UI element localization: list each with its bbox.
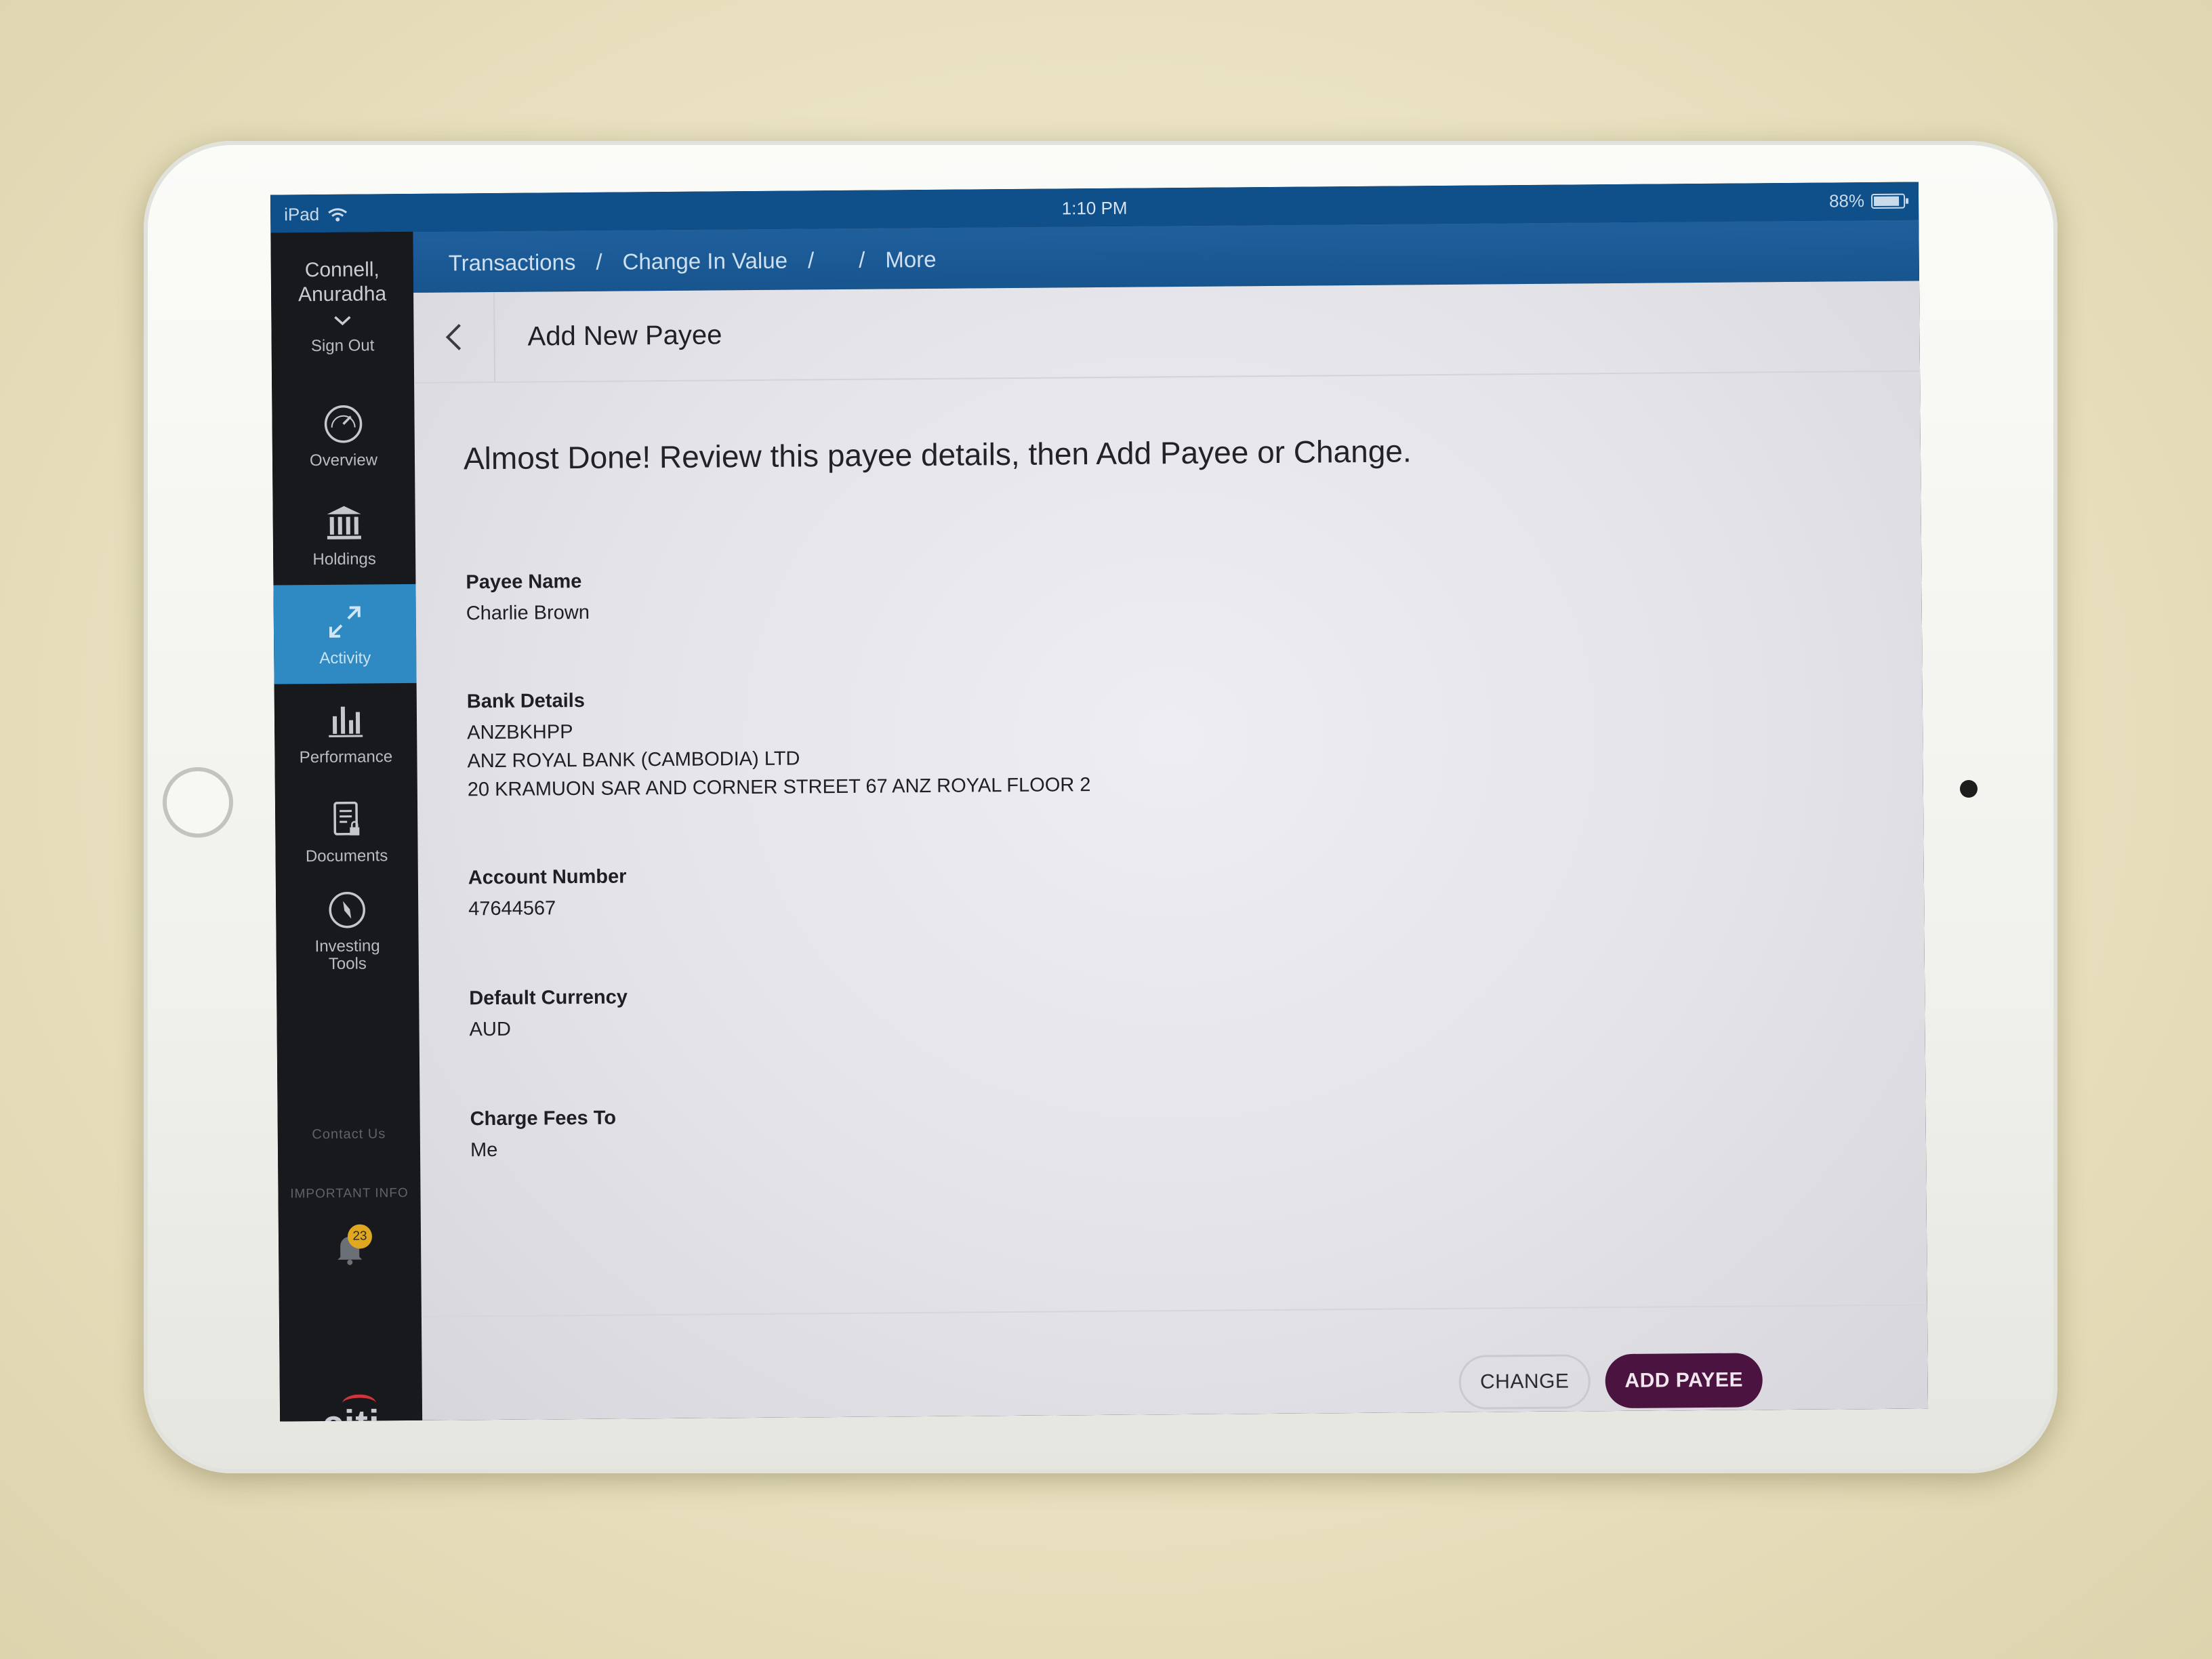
sidebar-nav: Overview Holdings Activity Performance D… — [272, 386, 419, 981]
compass-icon — [329, 891, 365, 928]
user-name[interactable]: Connell, Anuradha — [271, 258, 414, 308]
chevron-down-icon[interactable] — [332, 314, 352, 327]
clock: 1:10 PM — [1061, 197, 1128, 219]
battery-icon — [1870, 193, 1906, 209]
sidebar-item-investing-tools[interactable]: Investing Tools — [276, 881, 419, 981]
sidebar-item-holdings[interactable]: Holdings — [272, 485, 415, 586]
bank-icon — [327, 506, 361, 539]
charge-fees-field: Charge Fees To Me — [470, 1107, 617, 1165]
notification-badge: 23 — [347, 1224, 373, 1249]
field-value: Charlie Brown — [466, 601, 590, 625]
sidebar-item-label: Overview — [309, 451, 378, 470]
field-label: Default Currency — [469, 986, 628, 1010]
field-label: Charge Fees To — [470, 1107, 617, 1130]
ipad-device: iPad 1:10 PM 88% Connell, Anuradha Sign — [144, 141, 2057, 1473]
field-value: ANZBKHPP — [467, 721, 573, 744]
add-payee-button[interactable]: ADD PAYEE — [1605, 1353, 1763, 1409]
page-header: Add New Payee — [413, 281, 1921, 384]
sidebar-item-label: Holdings — [312, 550, 376, 569]
field-value: ANZ ROYAL BANK (CAMBODIA) LTD — [467, 747, 800, 773]
battery-percent: 88% — [1828, 190, 1865, 211]
back-button[interactable] — [413, 291, 496, 382]
sidebar-item-label: Activity — [319, 649, 371, 668]
field-label: Payee Name — [466, 570, 582, 594]
sidebar-item-label: Documents — [305, 846, 388, 866]
field-label: Account Number — [468, 865, 627, 889]
default-currency-field: Default Currency AUD — [469, 986, 628, 1044]
sidebar-item-activity[interactable]: Activity — [273, 583, 417, 684]
breadcrumb-separator: / — [859, 247, 865, 272]
field-value: 47644567 — [468, 897, 556, 920]
chevron-left-icon — [445, 323, 462, 350]
field-label: Bank Details — [466, 689, 586, 713]
field-value: Me — [470, 1139, 498, 1162]
tab-transactions[interactable]: Transactions — [449, 249, 576, 276]
main-content: Add New Payee Almost Done! Review this p… — [413, 281, 1929, 1420]
tab-change-in-value[interactable]: Change In Value — [622, 248, 787, 275]
sidebar-item-performance[interactable]: Performance — [274, 683, 417, 783]
breadcrumb: Transactions / Change In Value / / More — [449, 247, 937, 276]
sidebar-item-label: Investing Tools — [314, 937, 380, 973]
screen: iPad 1:10 PM 88% Connell, Anuradha Sign — [270, 182, 1929, 1422]
account-number-field: Account Number 47644567 — [468, 865, 627, 923]
sidebar-item-documents[interactable]: Documents — [275, 782, 418, 882]
document-lock-icon — [333, 801, 360, 836]
tab-more[interactable]: More — [885, 247, 936, 273]
arrows-icon — [329, 606, 361, 638]
sidebar-item-label: Performance — [299, 747, 393, 767]
instruction-text: Almost Done! Review this payee details, … — [463, 433, 1412, 476]
important-info-link[interactable]: IMPORTANT INFO — [278, 1186, 420, 1202]
home-button[interactable] — [163, 767, 233, 838]
page-title: Add New Payee — [527, 320, 722, 352]
footer-divider — [421, 1304, 1927, 1317]
speedometer-icon — [324, 405, 363, 443]
contact-us-link[interactable]: Contact Us — [278, 1126, 420, 1143]
sidebar: Connell, Anuradha Sign Out Overview Hold… — [270, 231, 423, 1422]
notifications-button[interactable]: 23 — [326, 1224, 374, 1276]
field-value: 20 KRAMUON SAR AND CORNER STREET 67 ANZ … — [467, 774, 1091, 801]
breadcrumb-separator: / — [596, 249, 602, 274]
field-value: AUD — [469, 1018, 511, 1041]
bar-chart-icon — [329, 706, 363, 737]
sidebar-item-overview[interactable]: Overview — [272, 386, 415, 487]
logo-arc — [342, 1394, 377, 1413]
citi-logo: citi — [280, 1394, 423, 1422]
bank-details-field: Bank Details ANZBKHPP ANZ ROYAL BANK (CA… — [467, 686, 1091, 804]
camera — [1960, 780, 1978, 798]
sign-out-link[interactable]: Sign Out — [272, 336, 414, 356]
payee-name-field: Payee Name Charlie Brown — [466, 571, 590, 628]
breadcrumb-separator: / — [807, 247, 815, 273]
change-button[interactable]: CHANGE — [1458, 1354, 1591, 1410]
top-nav: Transactions / Change In Value / / More — [413, 220, 1920, 293]
